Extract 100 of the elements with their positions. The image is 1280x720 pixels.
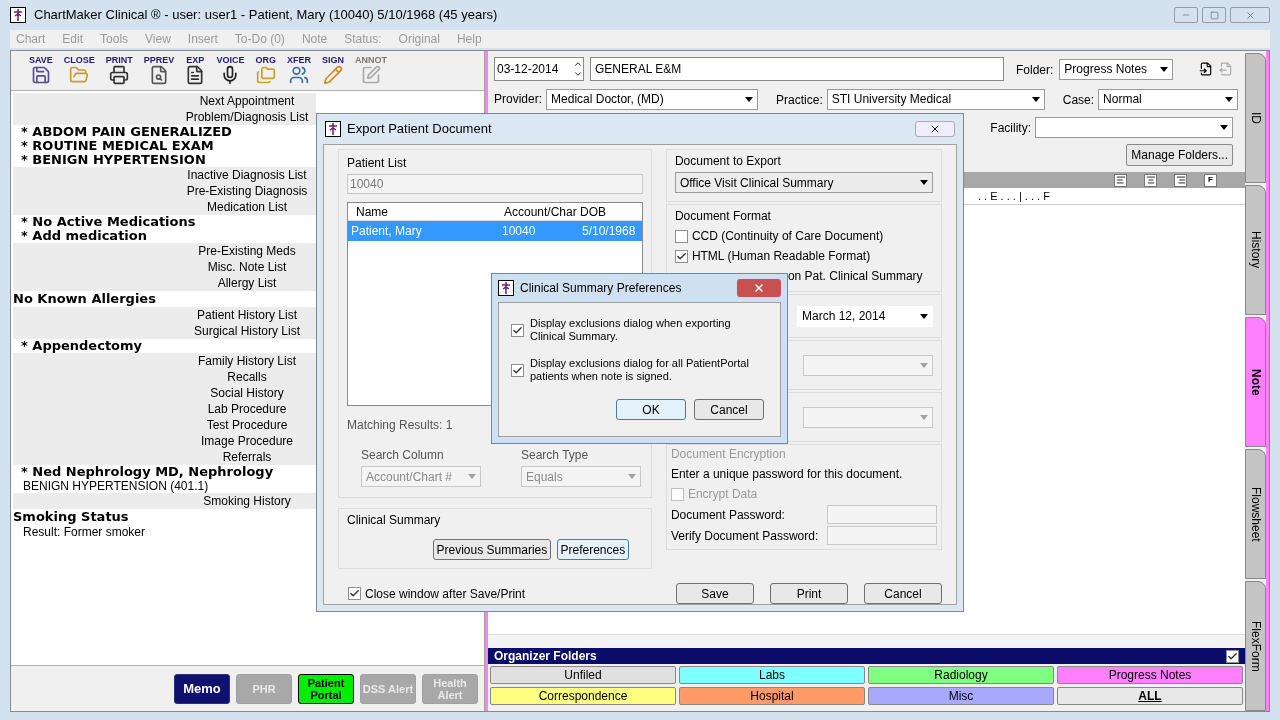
facility-dropdown[interactable]: [1035, 117, 1233, 138]
summary-entry[interactable]: * ABDOM PAIN GENERALIZED: [13, 125, 232, 139]
section-header[interactable]: Medication List: [180, 198, 314, 216]
checkbox[interactable]: [1226, 649, 1239, 663]
section-header[interactable]: Family History List: [180, 352, 314, 370]
case-dropdown[interactable]: Normal: [1098, 88, 1239, 110]
side-tab[interactable]: Flowsheet: [1245, 449, 1266, 579]
password-field[interactable]: [827, 526, 937, 545]
section-header[interactable]: Next Appointment: [180, 92, 314, 110]
close-button[interactable]: [1230, 7, 1270, 23]
folder-button[interactable]: Progress Notes: [1057, 666, 1243, 684]
side-tab[interactable]: ID: [1245, 53, 1266, 183]
section-header[interactable]: Recalls: [180, 368, 314, 386]
summary-entry[interactable]: * ROUTINE MEDICAL EXAM: [13, 139, 214, 153]
ok-button[interactable]: OK: [616, 399, 686, 420]
toolbar-button[interactable]: CLOSE: [63, 55, 95, 85]
section-header[interactable]: Test Procedure: [180, 416, 314, 434]
folder-button[interactable]: Hospital: [679, 687, 865, 705]
dropdown-arrow-icon: [1220, 125, 1228, 130]
note-title-field[interactable]: GENERAL E&M: [590, 57, 1004, 81]
date-dropdown[interactable]: March 12, 2014: [797, 305, 933, 327]
section-header[interactable]: Smoking History: [180, 492, 314, 510]
section-header[interactable]: Patient History List: [180, 306, 314, 324]
section-header[interactable]: Lab Procedure: [180, 400, 314, 418]
toolbar-button[interactable]: PPREV: [143, 55, 175, 85]
summary-entry[interactable]: * Appendectomy: [13, 339, 143, 353]
align-center-button[interactable]: [1144, 173, 1157, 187]
cancel-button[interactable]: Cancel: [694, 399, 764, 420]
folder-button[interactable]: Correspondence: [490, 687, 676, 705]
toolbar-button[interactable]: VOICE: [216, 55, 245, 85]
section-header[interactable]: Misc. Note List: [180, 258, 314, 276]
toolbar-button[interactable]: XFER: [286, 55, 311, 85]
folder-dropdown[interactable]: Progress Notes: [1059, 58, 1174, 80]
folder-button[interactable]: ALL: [1057, 687, 1243, 705]
section-header[interactable]: Pre-Existing Meds: [180, 242, 314, 260]
folder-button[interactable]: Unfiled: [490, 666, 676, 684]
import-icon[interactable]: [1199, 62, 1214, 76]
patient-search-field[interactable]: 10040: [347, 174, 643, 194]
section-header[interactable]: Inactive Diagnosis List: [180, 166, 314, 184]
checkbox[interactable]: [511, 323, 524, 337]
dialog-button[interactable]: Save: [676, 583, 754, 604]
summary-entry[interactable]: * BENIGN HYPERTENSION: [13, 153, 206, 167]
folder-button[interactable]: Radiology: [868, 666, 1054, 684]
side-tab[interactable]: History: [1245, 185, 1266, 315]
font-button[interactable]: F: [1204, 173, 1217, 187]
preferences-button[interactable]: Preferences: [556, 539, 629, 560]
align-right-button[interactable]: [1174, 173, 1187, 187]
section-header[interactable]: Surgical History List: [180, 322, 314, 340]
summary-entry[interactable]: * Add medication: [13, 229, 147, 243]
manage-folders-button[interactable]: Manage Folders...: [1126, 144, 1233, 166]
empty-dropdown[interactable]: [803, 354, 933, 376]
checkbox[interactable]: [348, 587, 361, 600]
section-header[interactable]: Referrals: [180, 448, 314, 466]
section-header[interactable]: Problem/Diagnosis List: [180, 108, 314, 126]
toolbar-button[interactable]: PRINT: [105, 55, 133, 85]
spin-up-icon[interactable]: [573, 59, 583, 69]
hint-text: Enter a unique password for this document.: [670, 466, 904, 483]
export-icon[interactable]: [1219, 62, 1234, 76]
summary-entry[interactable]: * Ned Nephrology MD, Nephrology: [13, 465, 274, 479]
practice-dropdown[interactable]: STI University Medical: [826, 88, 1045, 110]
side-tab[interactable]: FlexForm: [1245, 581, 1266, 711]
spin-down-icon[interactable]: [573, 69, 583, 79]
dropdown-arrow-icon: [745, 96, 754, 102]
previous-summaries-button[interactable]: Previous Summaries: [432, 539, 551, 560]
checkbox[interactable]: [511, 363, 524, 377]
document-dropdown[interactable]: Office Visit Clinical Summary: [674, 172, 933, 193]
app-logo-icon: [10, 7, 26, 23]
close-button[interactable]: [915, 121, 955, 137]
preview-icon: [149, 65, 170, 85]
empty-dropdown[interactable]: [803, 406, 933, 428]
minimize-button[interactable]: [1174, 7, 1198, 23]
column-header[interactable]: Name: [348, 202, 498, 221]
toolbar-button[interactable]: SIGN: [321, 55, 344, 85]
folder-button[interactable]: Misc: [868, 687, 1054, 705]
section-header[interactable]: Pre-Existing Diagnosis: [180, 182, 314, 200]
toolbar-button[interactable]: EXP: [185, 55, 206, 85]
summary-entry[interactable]: * No Active Medications: [13, 215, 196, 229]
toolbar-button[interactable]: ORG: [255, 55, 276, 85]
date-field[interactable]: 03-12-2014: [494, 57, 584, 81]
column-header[interactable]: Account/Char: [498, 202, 576, 221]
column-header[interactable]: DOB: [576, 202, 606, 221]
toolbar-button[interactable]: SAVE: [29, 55, 53, 85]
checkbox[interactable]: [674, 249, 688, 263]
section-header[interactable]: Social History: [180, 384, 314, 402]
horizontal-scrollbar[interactable]: [488, 634, 1245, 648]
align-left-button[interactable]: [1114, 173, 1127, 187]
checkbox[interactable]: [674, 229, 688, 243]
close-button[interactable]: [737, 279, 781, 297]
dialog-button[interactable]: Print: [770, 583, 848, 604]
chart-button[interactable]: Patient Portal: [298, 673, 354, 704]
folder-button[interactable]: Labs: [679, 666, 865, 684]
dialog-button[interactable]: Cancel: [864, 583, 942, 604]
chart-button[interactable]: Memo: [174, 673, 230, 704]
password-field[interactable]: [827, 505, 937, 524]
section-header[interactable]: Allergy List: [180, 274, 314, 292]
maximize-button[interactable]: [1202, 7, 1226, 23]
dropdown-arrow-icon: [920, 313, 928, 319]
side-tab[interactable]: Note: [1245, 317, 1266, 447]
section-header[interactable]: Image Procedure: [180, 432, 314, 450]
provider-dropdown[interactable]: Medical Doctor, (MD): [546, 88, 759, 110]
